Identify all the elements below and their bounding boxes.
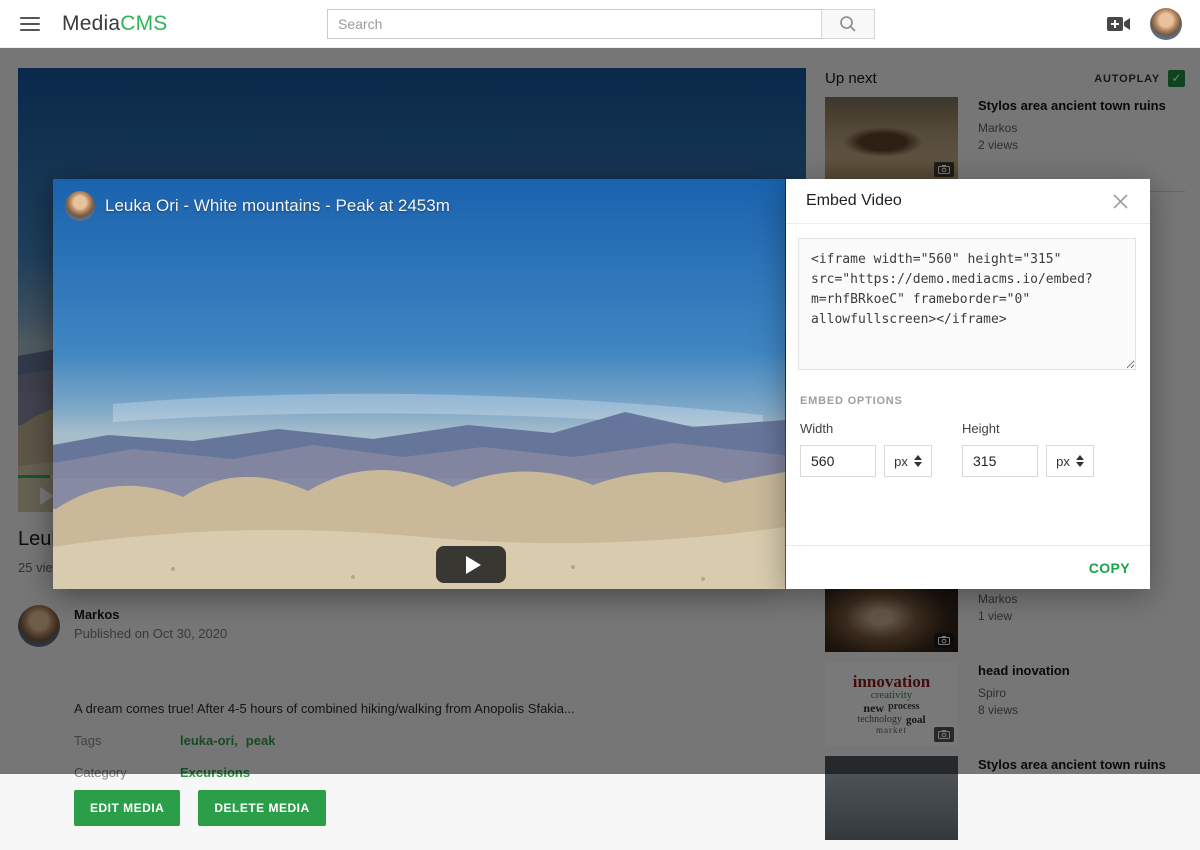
preview-play-button[interactable] (436, 546, 506, 583)
embed-options-label: EMBED OPTIONS (800, 395, 1138, 407)
search-form (327, 9, 875, 39)
embed-code-textarea[interactable]: <iframe width="560" height="315" src="ht… (798, 238, 1136, 370)
upload-media-button[interactable] (1106, 14, 1132, 39)
preview-channel-avatar[interactable] (65, 191, 95, 221)
media-actions: EDIT MEDIA DELETE MEDIA (74, 790, 326, 826)
height-input[interactable] (962, 445, 1038, 477)
modal-title: Embed Video (806, 192, 902, 210)
height-label: Height (962, 421, 1094, 436)
search-icon (839, 15, 857, 33)
embed-preview-player[interactable]: Leuka Ori - White mountains - Peak at 24… (53, 179, 785, 589)
width-unit-value: px (894, 454, 908, 469)
mountain-scene (53, 179, 785, 589)
logo-text-media: Media (62, 12, 120, 35)
copy-button[interactable]: COPY (1089, 560, 1130, 576)
embed-video-modal: Embed Video <iframe width="560" height="… (786, 179, 1150, 589)
height-unit-select[interactable]: px (1046, 445, 1094, 477)
play-icon (466, 556, 481, 574)
top-bar: MediaCMS (0, 0, 1200, 48)
preview-video-title[interactable]: Leuka Ori - White mountains - Peak at 24… (105, 196, 450, 216)
search-button[interactable] (821, 9, 875, 39)
width-unit-select[interactable]: px (884, 445, 932, 477)
spinner-icon (1076, 455, 1084, 467)
search-input[interactable] (327, 9, 821, 39)
width-label: Width (800, 421, 932, 436)
app-logo[interactable]: MediaCMS (62, 12, 167, 36)
height-unit-value: px (1056, 454, 1070, 469)
menu-icon[interactable] (20, 17, 40, 31)
close-icon[interactable] (1109, 190, 1132, 213)
delete-media-button[interactable]: DELETE MEDIA (198, 790, 325, 826)
edit-media-button[interactable]: EDIT MEDIA (74, 790, 180, 826)
video-upload-icon (1106, 14, 1132, 34)
logo-text-cms: CMS (120, 12, 167, 35)
width-input[interactable] (800, 445, 876, 477)
spinner-icon (914, 455, 922, 467)
user-avatar[interactable] (1150, 8, 1182, 40)
